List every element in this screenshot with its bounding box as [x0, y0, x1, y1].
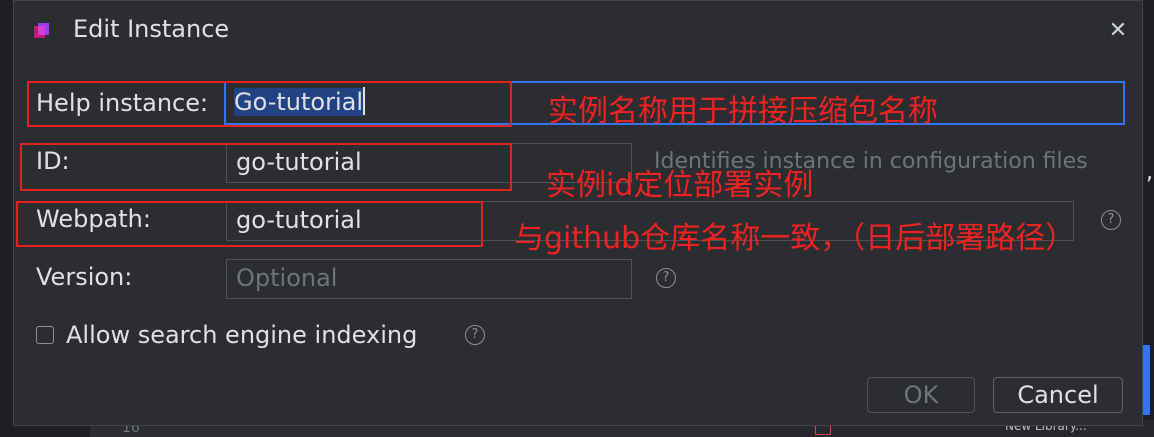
background-text-fragment: ,: [1146, 160, 1153, 185]
version-input[interactable]: Optional: [226, 259, 632, 299]
close-button[interactable]: ✕: [1106, 19, 1130, 43]
ok-button[interactable]: OK: [867, 377, 975, 413]
indexing-checkbox[interactable]: [36, 326, 54, 344]
annotation-id-note: 实例id定位部署实例: [546, 168, 814, 203]
cancel-button[interactable]: Cancel: [993, 377, 1123, 413]
indexing-help-icon[interactable]: ?: [465, 325, 485, 345]
indexing-label[interactable]: Allow search engine indexing: [66, 321, 417, 349]
annotation-box-webpath: [16, 201, 483, 247]
version-help-icon[interactable]: ?: [656, 268, 676, 288]
version-label: Version:: [36, 263, 133, 291]
annotation-box-help-instance: [27, 81, 512, 127]
background-selection: [1142, 345, 1150, 415]
annotation-webpath-note: 与github仓库名称一致，（日后部署路径）: [514, 221, 1076, 256]
webpath-help-icon[interactable]: ?: [1101, 210, 1121, 230]
annotation-box-id: [20, 143, 512, 191]
dialog-title: Edit Instance: [73, 15, 230, 43]
ide-writerside-icon: [34, 23, 49, 38]
annotation-name-note: 实例名称用于拼接压缩包名称: [548, 94, 938, 129]
